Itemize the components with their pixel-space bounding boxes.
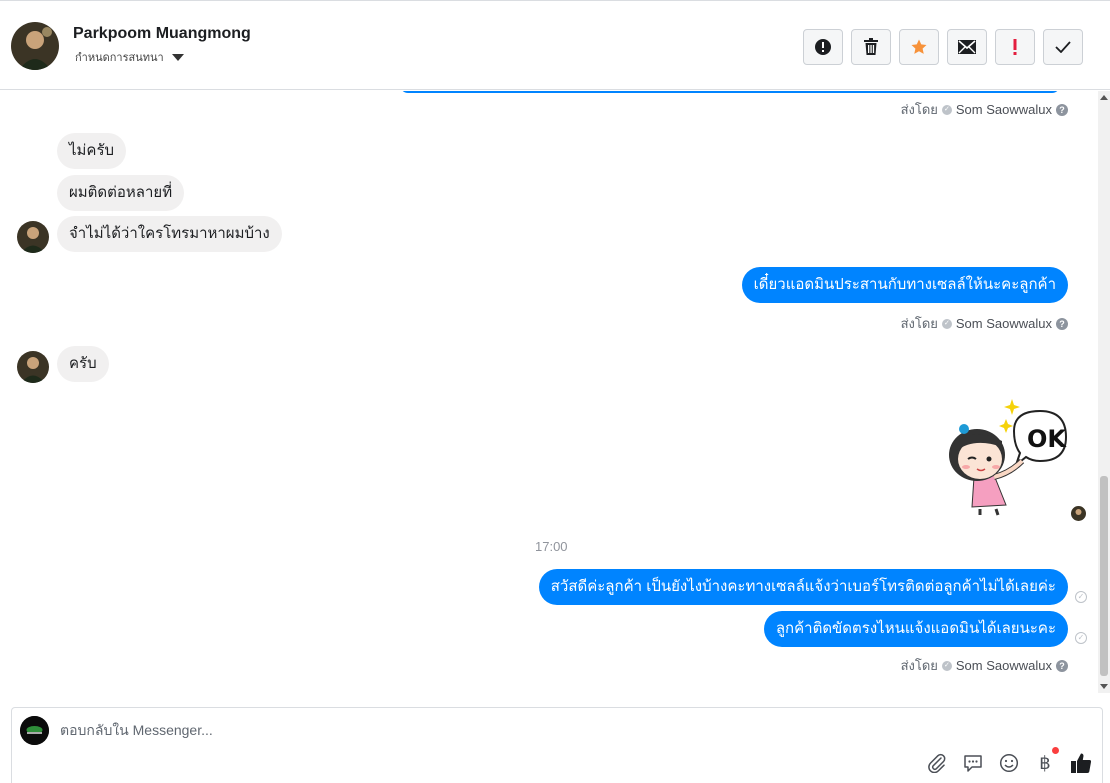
message-bubble-outgoing[interactable]: ลูกค้าติดขัดตรงไหนแจ้งแอดมินได้เลยนะคะ bbox=[763, 611, 1068, 647]
conversation-status-label: กำหนดการสนทนา bbox=[75, 52, 164, 64]
message-bubble-incoming[interactable]: ครับ bbox=[57, 346, 109, 382]
trash-icon bbox=[864, 38, 878, 55]
contact-avatar[interactable] bbox=[11, 22, 59, 70]
agent-name[interactable]: Som Saowwalux bbox=[956, 316, 1052, 331]
follow-up-button[interactable] bbox=[995, 29, 1035, 65]
chat-bubble-icon bbox=[964, 755, 982, 772]
check-icon: ✓ bbox=[941, 660, 952, 671]
thumbs-up-icon bbox=[1071, 753, 1092, 773]
reply-input[interactable] bbox=[60, 718, 960, 742]
message-bubble-incoming[interactable]: จำไม่ได้ว่าใครโทรมาหาผมบ้าง bbox=[57, 216, 282, 252]
scroll-down-arrow-icon[interactable] bbox=[1100, 684, 1108, 689]
conversation-status-dropdown[interactable]: กำหนดการสนทนา bbox=[75, 48, 184, 66]
help-icon[interactable]: ? bbox=[1056, 659, 1068, 672]
sticker-text: OK bbox=[1027, 425, 1067, 453]
check-icon: ✓ bbox=[941, 104, 952, 115]
read-receipt-avatar bbox=[1071, 506, 1086, 521]
message-bubble-incoming[interactable]: ผมติดต่อหลายที่ bbox=[57, 175, 185, 211]
star-button[interactable] bbox=[899, 29, 939, 65]
ok-sticker[interactable]: OK bbox=[944, 397, 1074, 517]
smiley-icon bbox=[999, 753, 1019, 773]
sent-by-label: ส่งโดย bbox=[900, 316, 938, 331]
attach-button[interactable] bbox=[926, 752, 948, 774]
baht-icon: ฿ bbox=[1039, 752, 1051, 774]
caret-down-icon bbox=[171, 53, 184, 61]
sent-by-note: ส่งโดย ✓ Som Saowwalux ? bbox=[901, 99, 1068, 120]
like-button[interactable] bbox=[1070, 752, 1092, 774]
contact-avatar-small[interactable] bbox=[17, 221, 49, 253]
checkmark-icon bbox=[1055, 41, 1071, 53]
contact-avatar-small[interactable] bbox=[17, 351, 49, 383]
check-icon: ✓ bbox=[941, 318, 952, 329]
delete-button[interactable] bbox=[851, 29, 891, 65]
contact-name[interactable]: Parkpoom Muangmong bbox=[73, 25, 251, 43]
composer-tools: ฿ bbox=[926, 747, 1092, 774]
message-thread[interactable]: ส่งโดย ✓ Som Saowwalux ? ไม่ครับ ผมติดต่… bbox=[0, 91, 1098, 693]
saved-replies-button[interactable] bbox=[962, 752, 984, 774]
paperclip-icon bbox=[928, 753, 946, 773]
sent-by-note: ส่งโดย ✓ Som Saowwalux ? bbox=[901, 655, 1068, 676]
thread-scrollbar[interactable] bbox=[1098, 91, 1110, 693]
message-timestamp: 17:00 bbox=[535, 539, 568, 554]
sent-by-label: ส่งโดย bbox=[900, 658, 938, 673]
help-icon[interactable]: ? bbox=[1056, 103, 1068, 116]
mark-done-button[interactable] bbox=[1043, 29, 1083, 65]
scrollbar-thumb[interactable] bbox=[1100, 476, 1108, 676]
sent-by-note: ส่งโดย ✓ Som Saowwalux ? bbox=[901, 313, 1068, 334]
header-actions bbox=[803, 29, 1083, 65]
sent-status-icon: ✓ bbox=[1075, 632, 1087, 644]
message-bubble-incoming[interactable]: ไม่ครับ bbox=[57, 133, 127, 169]
star-icon bbox=[911, 39, 927, 54]
help-icon[interactable]: ? bbox=[1056, 317, 1068, 330]
mark-unread-button[interactable] bbox=[947, 29, 987, 65]
scroll-up-arrow-icon[interactable] bbox=[1100, 95, 1108, 100]
payment-button[interactable]: ฿ bbox=[1034, 747, 1059, 774]
sent-by-label: ส่งโดย bbox=[900, 102, 938, 117]
message-bubble-outgoing[interactable]: สวัสดีค่ะลูกค้า เป็นยังไงบ้างคะทางเซลล์แ… bbox=[538, 569, 1068, 605]
alert-circle-icon bbox=[815, 39, 831, 55]
sent-status-icon: ✓ bbox=[1075, 591, 1087, 603]
reply-composer: ฿ bbox=[11, 707, 1103, 783]
page-avatar bbox=[20, 716, 49, 745]
exclamation-icon bbox=[1013, 39, 1017, 55]
emoji-button[interactable] bbox=[998, 752, 1020, 774]
agent-name[interactable]: Som Saowwalux bbox=[956, 102, 1052, 117]
message-bubble-outgoing[interactable] bbox=[400, 91, 1060, 93]
mark-spam-button[interactable] bbox=[803, 29, 843, 65]
agent-name[interactable]: Som Saowwalux bbox=[956, 658, 1052, 673]
envelope-icon bbox=[958, 40, 976, 54]
notification-dot bbox=[1052, 747, 1059, 754]
conversation-header: Parkpoom Muangmong กำหนดการสนทนา bbox=[0, 0, 1110, 90]
message-bubble-outgoing[interactable]: เดี๋ยวแอดมินประสานกับทางเซลล์ให้นะคะลูกค… bbox=[741, 267, 1068, 303]
